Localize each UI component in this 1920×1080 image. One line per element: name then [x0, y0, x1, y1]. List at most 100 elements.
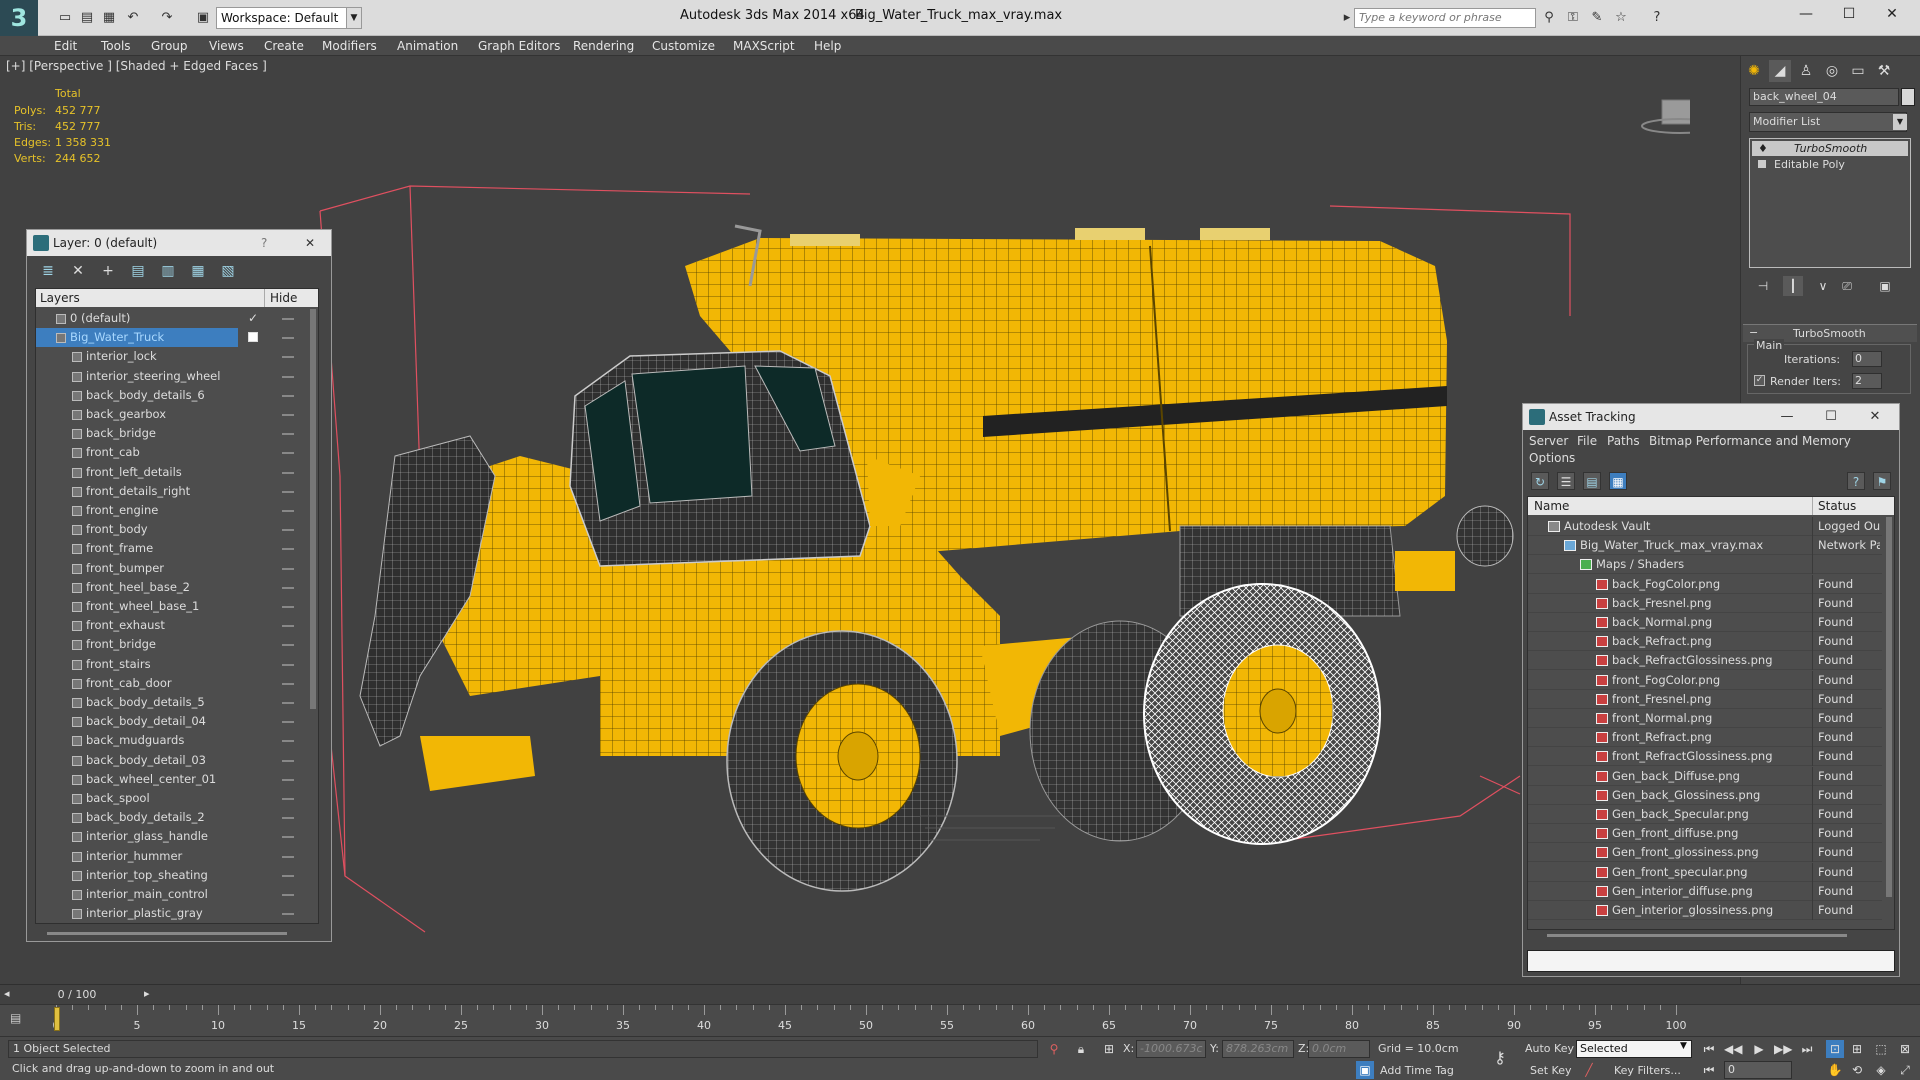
layer-row[interactable]: back_body_detail_04 [36, 712, 306, 731]
maximize-button[interactable]: ☐ [1819, 406, 1843, 428]
minimize-button[interactable]: — [1775, 406, 1799, 428]
current-frame-field[interactable]: 0 [1724, 1061, 1792, 1079]
redo-icon[interactable]: ↷ [158, 9, 176, 27]
x-coordinate-field[interactable]: -1000.673c [1136, 1040, 1206, 1058]
layer-row[interactable]: interior_glass_handle [36, 827, 306, 846]
chevron-down-icon[interactable]: ▼ [1680, 1041, 1687, 1051]
curve-editor-icon[interactable]: ▤ [10, 1011, 32, 1029]
hide-toggle[interactable] [282, 625, 294, 628]
hide-toggle[interactable] [282, 510, 294, 512]
hide-toggle[interactable] [282, 375, 294, 378]
app-logo[interactable]: 3 [0, 0, 38, 36]
favorites-star-icon[interactable]: ☆ [1612, 9, 1630, 27]
expand-icon[interactable] [1758, 160, 1766, 168]
modifier-list-dropdown[interactable]: Modifier List [1749, 112, 1907, 132]
hide-all-layers-icon[interactable]: ▦ [189, 262, 207, 280]
menu-file[interactable]: File [1577, 434, 1597, 448]
asset-row[interactable]: Gen_interior_glossiness.png Found [1528, 901, 1882, 920]
go-to-end-icon[interactable]: ⏭ [1798, 1040, 1816, 1058]
minimize-button[interactable]: — [1792, 6, 1820, 28]
asset-row[interactable]: Gen_front_specular.png Found [1528, 862, 1882, 882]
next-frame-icon[interactable]: ▸ [144, 987, 150, 1000]
layer-row[interactable]: front_heel_base_2 [36, 578, 306, 597]
hide-toggle[interactable] [282, 913, 294, 916]
layer-row[interactable]: front_cab [36, 443, 306, 462]
asset-row[interactable]: front_RefractGlossiness.png Found [1528, 747, 1882, 767]
hide-toggle[interactable] [282, 433, 294, 436]
hide-toggle[interactable] [282, 356, 294, 359]
hide-toggle[interactable] [282, 836, 294, 839]
stack-item-editable-poly[interactable]: Editable Poly [1752, 157, 1908, 172]
layer-row[interactable]: front_bumper [36, 559, 306, 578]
workspace-dropdown[interactable]: Workspace: Default [216, 7, 362, 29]
layer-panel-title-bar[interactable]: Layer: 0 (default) ? ✕ [27, 230, 331, 256]
set-key-mode-icon[interactable]: ╱ [1580, 1061, 1598, 1079]
track-bar[interactable]: ▤ 05101520253035404550556065707580859095… [0, 1004, 1920, 1036]
asset-row[interactable]: Gen_back_Diffuse.png Found [1528, 766, 1882, 786]
new-layer-icon[interactable]: ≣ [39, 262, 57, 280]
go-to-start-small-icon[interactable]: ⏮ [1700, 1061, 1718, 1079]
hide-toggle[interactable] [282, 874, 294, 877]
asset-row[interactable]: back_Refract.png Found [1528, 632, 1882, 652]
hide-toggle[interactable] [282, 490, 294, 493]
menu-server[interactable]: Server [1529, 434, 1568, 448]
binoculars-icon[interactable]: ⚲ [1540, 9, 1558, 27]
layer-row[interactable]: back_wheel_center_01 [36, 770, 306, 789]
column-name[interactable]: Name [1534, 499, 1569, 513]
hide-toggle[interactable] [282, 548, 294, 551]
set-active-layer-checkbox[interactable] [248, 332, 258, 343]
set-key-button[interactable]: Set Key [1530, 1064, 1572, 1077]
undo-icon[interactable]: ↶ [124, 9, 142, 27]
layer-row[interactable]: back_mudguards [36, 731, 306, 750]
hide-toggle[interactable] [282, 855, 294, 858]
hide-toggle[interactable] [282, 337, 294, 340]
asset-path-input[interactable] [1527, 950, 1895, 972]
menu-rendering[interactable]: Rendering [573, 39, 634, 53]
hide-toggle[interactable] [282, 740, 294, 743]
asset-table-scrollbar[interactable] [1884, 515, 1894, 929]
hide-toggle[interactable] [282, 318, 294, 320]
layer-row[interactable]: front_exhaust [36, 616, 306, 635]
menu-group[interactable]: Group [151, 39, 188, 53]
maximize-button[interactable]: ☐ [1835, 6, 1863, 28]
layer-row[interactable]: interior_hummer [36, 847, 306, 866]
layer-row[interactable]: front_frame [36, 539, 306, 558]
asset-row[interactable]: Gen_front_diffuse.png Found [1528, 824, 1882, 844]
layer-list-scrollbar[interactable] [308, 307, 318, 923]
hierarchy-tab-icon[interactable]: ♙ [1795, 60, 1817, 82]
asset-row[interactable]: front_Normal.png Found [1528, 709, 1882, 728]
asset-horizontal-scrollbar[interactable] [1547, 934, 1847, 937]
layer-row[interactable]: back_body_details_6 [36, 386, 306, 405]
menu-views[interactable]: Views [209, 39, 244, 53]
asset-row[interactable]: Autodesk Vault Logged Out [1528, 517, 1882, 536]
menu-graph-editors[interactable]: Graph Editors [478, 39, 560, 53]
layer-manager-panel[interactable]: Layer: 0 (default) ? ✕ ≣ ✕ + ▤ ▥ ▦ ▧ Lay… [26, 229, 332, 942]
remove-modifier-icon[interactable]: ⎚ [1837, 276, 1857, 296]
field-of-view-icon[interactable]: ⬚ [1872, 1040, 1890, 1058]
layer-row[interactable]: back_body_details_5 [36, 693, 306, 712]
search-input[interactable]: Type a keyword or phrase [1354, 8, 1536, 28]
layer-row[interactable]: back_gearbox [36, 405, 306, 424]
layer-row[interactable]: interior_plastic_gray [36, 904, 306, 923]
hide-toggle[interactable] [282, 586, 294, 589]
hide-toggle[interactable] [282, 567, 294, 570]
time-slider[interactable]: ◂ 0 / 100 ▸ [0, 984, 1920, 1004]
pan-icon[interactable]: ✋ [1826, 1061, 1844, 1079]
key-filters-button[interactable]: Key Filters... [1614, 1064, 1681, 1077]
column-status[interactable]: Status [1818, 499, 1856, 513]
key-mode-dropdown[interactable]: Selected [1576, 1040, 1692, 1058]
asset-row[interactable]: back_Normal.png Found [1528, 613, 1882, 632]
min-max-toggle-icon[interactable]: ⤢ [1896, 1061, 1914, 1079]
create-tab-icon[interactable]: ✺ [1743, 60, 1765, 82]
object-color-swatch[interactable] [1901, 88, 1915, 106]
previous-key-icon[interactable]: ◀◀ [1724, 1040, 1742, 1058]
menu-edit[interactable]: Edit [54, 39, 77, 53]
hide-toggle[interactable] [282, 471, 294, 474]
layer-row[interactable]: front_engine [36, 501, 306, 520]
stack-item-turbosmooth[interactable]: ♦ TurboSmooth [1752, 141, 1908, 156]
menu-customize[interactable]: Customize [652, 39, 715, 53]
asset-row[interactable]: front_Fresnel.png Found [1528, 689, 1882, 709]
menu-options[interactable]: Options [1529, 451, 1575, 465]
lightbulb-icon[interactable]: ♦ [1758, 141, 1768, 156]
hide-toggle[interactable] [282, 721, 294, 724]
